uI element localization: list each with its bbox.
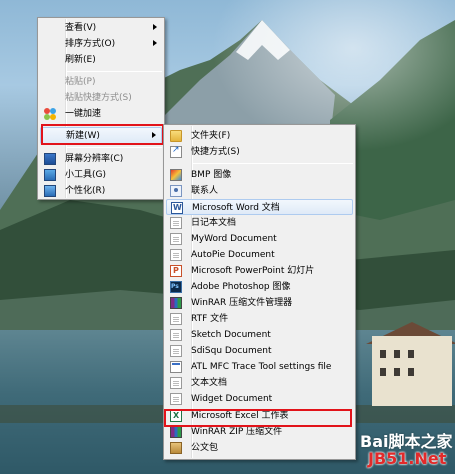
autopie-document-icon <box>170 249 182 261</box>
menu-item-label: Sketch Document <box>191 330 271 340</box>
menu-item-label: MyWord Document <box>191 234 277 244</box>
winrar-archive-icon <box>170 297 182 309</box>
house-window <box>380 368 386 376</box>
new-word-document[interactable]: Microsoft Word 文档 <box>166 199 353 215</box>
menu-item-label: 文本文档 <box>191 378 228 388</box>
menu-item-label: 快捷方式(S) <box>191 147 240 157</box>
menu-item-label: SdiSqu Document <box>191 346 272 356</box>
rtf-file-icon <box>170 313 182 325</box>
menu-item-paste[interactable]: 粘贴(P) <box>40 74 162 90</box>
menu-item-personalize[interactable]: 个性化(R) <box>40 183 162 199</box>
menu-item-label: 排序方式(O) <box>65 39 116 49</box>
menu-item-label: 小工具(G) <box>65 170 106 180</box>
menu-item-label: WinRAR ZIP 压缩文件 <box>191 427 283 437</box>
menu-item-label: WinRAR 压缩文件管理器 <box>191 298 293 308</box>
new-sdisqu-document[interactable]: SdiSqu Document <box>166 343 353 359</box>
menu-item-label: 公文包 <box>191 443 219 453</box>
house-window <box>380 350 386 358</box>
menu-separator <box>192 163 353 164</box>
new-text-document[interactable]: 文本文档 <box>166 375 353 391</box>
menu-item-view[interactable]: 查看(V) <box>40 20 162 36</box>
new-powerpoint-slide[interactable]: Microsoft PowerPoint 幻灯片 <box>166 263 353 279</box>
briefcase-icon <box>170 442 182 454</box>
menu-item-label: Microsoft Word 文档 <box>192 203 280 213</box>
speedup-icon <box>44 108 56 120</box>
screen-resolution-icon <box>44 153 56 165</box>
menu-item-label: Microsoft PowerPoint 幻灯片 <box>191 266 315 276</box>
menu-item-label: 个性化(R) <box>65 186 106 196</box>
winrar-zip-icon <box>170 426 182 438</box>
house-window <box>394 350 400 358</box>
bmp-image-icon <box>170 169 182 181</box>
menu-item-label: AutoPie Document <box>191 250 275 260</box>
menu-item-label: Adobe Photoshop 图像 <box>191 282 291 292</box>
new-bmp-image[interactable]: BMP 图像 <box>166 167 353 183</box>
desktop-context-menu: 查看(V) 排序方式(O) 刷新(E) 粘贴(P) 粘贴快捷方式(S) 一键加速… <box>37 17 165 200</box>
menu-item-paste-shortcut[interactable]: 粘贴快捷方式(S) <box>40 90 162 106</box>
house-window <box>408 368 414 376</box>
menu-item-label: 文件夹(F) <box>191 131 231 141</box>
menu-item-label: 刷新(E) <box>65 55 96 65</box>
new-sketch-document[interactable]: Sketch Document <box>166 327 353 343</box>
new-rtf-file[interactable]: RTF 文件 <box>166 311 353 327</box>
menu-item-speedup[interactable]: 一键加速 <box>40 106 162 122</box>
word-document-icon <box>171 202 183 214</box>
house-window <box>394 368 400 376</box>
folder-icon <box>170 130 182 142</box>
widget-document-icon <box>170 393 182 405</box>
new-folder[interactable]: 文件夹(F) <box>166 128 353 144</box>
menu-item-label: Widget Document <box>191 394 273 404</box>
menu-item-label: 粘贴(P) <box>65 77 96 87</box>
sdisqu-document-icon <box>170 345 182 357</box>
myword-document-icon <box>170 233 182 245</box>
menu-item-label: BMP 图像 <box>191 170 232 180</box>
powerpoint-slide-icon <box>170 265 182 277</box>
new-journal-document[interactable]: 日记本文档 <box>166 215 353 231</box>
new-widget-document[interactable]: Widget Document <box>166 391 353 407</box>
new-myword-document[interactable]: MyWord Document <box>166 231 353 247</box>
personalize-icon <box>44 185 56 197</box>
menu-item-label: 联系人 <box>191 186 219 196</box>
watermark-domain: JB51.Net <box>368 449 447 468</box>
journal-document-icon <box>170 217 182 229</box>
sketch-document-icon <box>170 329 182 341</box>
menu-separator <box>66 71 162 72</box>
menu-separator <box>66 147 162 148</box>
menu-item-label: 屏幕分辨率(C) <box>65 154 124 164</box>
menu-item-label: 日记本文档 <box>191 218 237 228</box>
new-shortcut[interactable]: 快捷方式(S) <box>166 144 353 160</box>
shortcut-icon <box>170 145 182 158</box>
menu-item-label: RTF 文件 <box>191 314 229 324</box>
new-autopie-document[interactable]: AutoPie Document <box>166 247 353 263</box>
new-contact[interactable]: 联系人 <box>166 183 353 199</box>
submenu-arrow-icon <box>153 40 157 46</box>
menu-item-refresh[interactable]: 刷新(E) <box>40 52 162 68</box>
new-winrar-archive[interactable]: WinRAR 压缩文件管理器 <box>166 295 353 311</box>
text-document-icon <box>170 377 182 389</box>
menu-item-label: ATL MFC Trace Tool settings file <box>191 362 332 372</box>
new-item-highlight-box <box>41 124 164 145</box>
menu-item-screen-resolution[interactable]: 屏幕分辨率(C) <box>40 151 162 167</box>
photoshop-image-icon <box>170 281 182 293</box>
menu-item-gadgets[interactable]: 小工具(G) <box>40 167 162 183</box>
house-window <box>408 350 414 358</box>
new-briefcase[interactable]: 公文包 <box>166 440 353 456</box>
menu-item-label: 查看(V) <box>65 23 97 33</box>
gadgets-icon <box>44 169 56 181</box>
submenu-arrow-icon <box>153 24 157 30</box>
contact-icon <box>170 185 182 197</box>
new-photoshop-image[interactable]: Adobe Photoshop 图像 <box>166 279 353 295</box>
menu-item-label: 粘贴快捷方式(S) <box>65 93 132 103</box>
menu-item-sort-by[interactable]: 排序方式(O) <box>40 36 162 52</box>
menu-item-label: 一键加速 <box>65 109 102 119</box>
new-trace-tool-settings[interactable]: ATL MFC Trace Tool settings file <box>166 359 353 375</box>
excel-item-highlight-box <box>164 409 352 427</box>
trace-tool-settings-icon <box>170 361 182 373</box>
